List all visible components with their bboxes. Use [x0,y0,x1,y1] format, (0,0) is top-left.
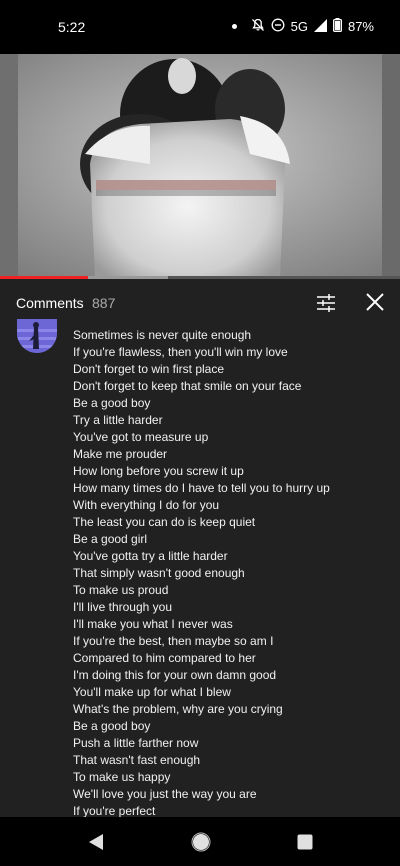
comment-line: How long before you screw it up [73,464,244,478]
battery-percent: 87% [347,19,374,34]
status-bar: 5:22 5G 87% [0,0,400,54]
comment-line: If you're perfect [73,804,156,817]
comment-line: Compared to him compared to her [73,651,256,665]
status-icons: 5G 87% [231,18,374,35]
comment-line: That simply wasn't good enough [73,566,245,580]
comment-line: To make us proud [73,583,169,597]
status-time: 5:22 [58,19,86,35]
notification-dot-icon [231,24,237,29]
comment-line: That wasn't fast enough [73,753,201,767]
comment-line: Don't forget to keep that smile on your … [73,379,302,393]
video-player[interactable] [0,54,400,278]
back-triangle-icon[interactable] [88,833,104,856]
mute-bell-icon [251,18,265,35]
home-circle-icon[interactable] [191,832,211,857]
comment-line: If you're flawless, then you'll win my l… [73,345,288,359]
comment-text: Sometimes is never quite enough If you're… [73,327,393,817]
comment-line: To make us happy [73,770,171,784]
battery-icon [332,18,342,35]
system-nav-bar [0,817,400,866]
comment-line: Be a good boy [73,719,151,733]
recents-square-icon[interactable] [297,834,313,855]
comment-line: I'll make you what I never was [73,617,233,631]
close-icon[interactable] [362,289,388,315]
comment-line: You'll make up for what I blew [73,685,231,699]
comment-line: Try a little harder [73,413,163,427]
comment-line: Sometimes is never quite enough [73,328,252,342]
comment-line: Be a good boy [73,396,151,410]
comment-line: If you're the best, then maybe so am I [73,634,274,648]
comment-line: You've got to measure up [73,430,209,444]
comment-line: With everything I do for you [73,498,220,512]
do-not-disturb-icon [271,18,285,35]
comment-line: Push a little farther now [73,736,199,750]
comment-line: You've gotta try a little harder [73,549,228,563]
comments-title: Comments [16,295,84,311]
sliders-icon[interactable] [314,291,338,315]
comment-line: What's the problem, why are you crying [73,702,283,716]
comment-line: I'm doing this for your own damn good [73,668,277,682]
comment-line: How many times do I have to tell you to … [73,481,330,495]
comment-line: Make me prouder [73,447,168,461]
video-frame [0,54,400,278]
comments-header: Comments 887 [0,279,400,325]
signal-icon [313,18,327,35]
network-type: 5G [290,19,308,34]
comments-panel: Comments 887 Sometimes is never quite en… [0,279,400,817]
comment-line: Don't forget to win first place [73,362,225,376]
comment-line: The least you can do is keep quiet [73,515,256,529]
avatar[interactable] [17,319,57,353]
comments-count: 887 [92,295,116,311]
comment-line: We'll love you just the way you are [73,787,257,801]
comment-line: I'll live through you [73,600,173,614]
comment-line: Be a good girl [73,532,148,546]
